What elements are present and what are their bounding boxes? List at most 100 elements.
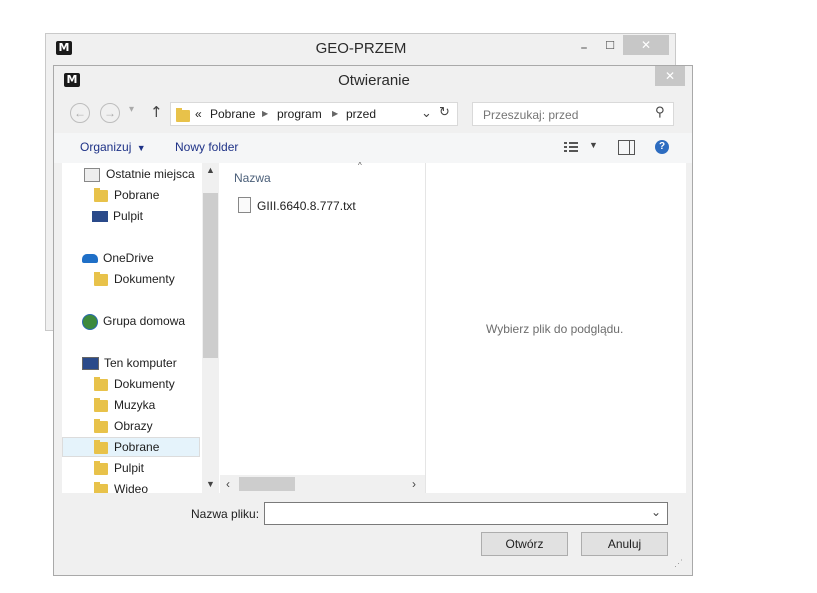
maximize-button[interactable]: ☐ <box>598 36 622 56</box>
tree-item-downloads-selected[interactable]: Pobrane <box>94 437 159 457</box>
dialog-title: Otwieranie <box>338 72 410 89</box>
up-button[interactable]: ↑ <box>150 103 163 121</box>
pictures-folder-icon <box>94 418 108 433</box>
scroll-left-icon[interactable]: ‹ <box>226 477 230 491</box>
breadcrumb-separator-icon: ▶ <box>262 109 269 118</box>
downloads-folder-icon <box>94 187 108 202</box>
chevron-down-icon[interactable]: ⌄ <box>651 505 661 519</box>
tree-item-desktop-folder[interactable]: Pulpit <box>94 458 144 478</box>
scroll-up-icon[interactable]: ▲ <box>206 165 215 175</box>
open-button[interactable]: Otwórz <box>481 532 568 556</box>
background-window-title: GEO-PRZEM <box>315 40 407 57</box>
tree-item-label: Wideo <box>114 482 149 493</box>
recent-places-icon <box>84 167 100 182</box>
folder-icon <box>176 107 190 122</box>
sort-ascending-icon: ^ <box>358 161 362 170</box>
hscrollbar-thumb[interactable] <box>239 477 295 491</box>
documents-folder-icon <box>94 376 108 391</box>
dialog-titlebar: M Otwieranie ✕ <box>54 66 692 96</box>
breadcrumb-program[interactable]: program <box>277 107 322 121</box>
tree-item-documents[interactable]: Dokumenty <box>94 374 175 394</box>
recent-locations-button[interactable]: ▾ <box>129 104 134 115</box>
folder-icon <box>94 271 108 286</box>
navigation-tree: Ostatnie miejsca Pobrane Pulpit OneDrive… <box>62 163 202 493</box>
dialog-logo-icon: M <box>64 73 80 87</box>
file-list-hscrollbar[interactable]: ‹ › <box>220 475 425 493</box>
tree-item-label: Dokumenty <box>114 377 175 391</box>
computer-icon <box>82 357 99 371</box>
back-button[interactable]: ← <box>70 103 90 123</box>
tree-item-music[interactable]: Muzyka <box>94 395 155 415</box>
view-dropdown-icon[interactable]: ▼ <box>589 140 598 150</box>
tree-item-label: Ostatnie miejsca <box>106 167 195 181</box>
tree-item-label: Pobrane <box>114 440 160 454</box>
organize-dropdown-icon: ▼ <box>136 143 146 153</box>
desktop-icon <box>92 211 108 223</box>
tree-item-onedrive-documents[interactable]: Dokumenty <box>94 269 175 289</box>
dialog-close-button[interactable]: ✕ <box>655 66 685 86</box>
tree-item-recent[interactable]: Ostatnie miejsca <box>84 164 195 184</box>
cancel-button[interactable]: Anuluj <box>581 532 668 556</box>
filename-combobox[interactable]: ⌄ <box>264 502 668 525</box>
breadcrumb-przed[interactable]: przed <box>346 107 376 121</box>
videos-folder-icon <box>94 481 108 493</box>
homegroup-icon <box>82 313 98 330</box>
desktop-folder-icon <box>94 460 108 475</box>
tree-scrollbar[interactable]: ▲ ▼ <box>202 163 219 493</box>
command-toolbar: Organizuj ▼ Nowy folder ▼ ? <box>54 133 692 163</box>
tree-item-label: Dokumenty <box>114 272 175 286</box>
filename-input[interactable] <box>269 506 643 522</box>
help-icon[interactable]: ? <box>655 140 669 154</box>
search-box[interactable]: ⚲ <box>472 102 674 126</box>
content-area: Ostatnie miejsca Pobrane Pulpit OneDrive… <box>62 161 687 493</box>
navigation-bar: ← → ▾ ↑ « Pobrane ▶ program ▶ przed ⌄ ↻ … <box>54 98 692 128</box>
path-overflow[interactable]: « <box>195 107 202 121</box>
music-folder-icon <box>94 397 108 412</box>
new-folder-button[interactable]: Nowy folder <box>175 140 238 154</box>
background-window-titlebar: M GEO-PRZEM – ☐ ✕ <box>46 34 675 62</box>
tree-item-onedrive[interactable]: OneDrive <box>82 248 154 268</box>
refresh-button[interactable]: ↻ <box>439 105 450 120</box>
tree-item-downloads[interactable]: Pobrane <box>94 185 159 205</box>
search-icon[interactable]: ⚲ <box>655 105 665 120</box>
onedrive-icon <box>82 254 98 264</box>
tree-item-videos[interactable]: Wideo <box>94 479 148 493</box>
preview-message: Wybierz plik do podglądu. <box>486 322 624 336</box>
filename-label: Nazwa pliku: <box>191 507 260 521</box>
resize-grip-icon[interactable]: ⋰ <box>674 558 683 569</box>
file-list: ^ Nazwa GIII.6640.8.777.txt ‹ › <box>220 161 425 493</box>
preview-pane-icon[interactable] <box>618 140 635 155</box>
scroll-right-icon[interactable]: › <box>412 477 416 491</box>
text-file-icon <box>238 197 251 213</box>
tree-scrollbar-thumb[interactable] <box>203 193 218 358</box>
tree-item-label: Muzyka <box>114 398 156 412</box>
tree-item-label: Pulpit <box>114 461 145 475</box>
address-dropdown-button[interactable]: ⌄ <box>421 105 432 121</box>
tree-item-label: Grupa domowa <box>103 314 186 328</box>
tree-item-label: Pobrane <box>114 188 160 202</box>
address-bar[interactable]: « Pobrane ▶ program ▶ przed ⌄ ↻ <box>170 102 458 126</box>
tree-item-pictures[interactable]: Obrazy <box>94 416 153 436</box>
tree-item-label: Ten komputer <box>104 356 177 370</box>
minimize-button[interactable]: – <box>572 38 596 58</box>
tree-item-this-pc[interactable]: Ten komputer <box>82 353 177 373</box>
column-header-name[interactable]: Nazwa <box>234 171 271 185</box>
background-close-button[interactable]: ✕ <box>623 35 669 55</box>
downloads-folder-icon <box>94 439 108 454</box>
tree-item-label: OneDrive <box>103 251 154 265</box>
breadcrumb-pobrane[interactable]: Pobrane <box>210 107 255 121</box>
preview-pane: Wybierz plik do podglądu. <box>425 163 687 493</box>
tree-item-homegroup[interactable]: Grupa domowa <box>82 311 185 331</box>
organize-button[interactable]: Organizuj ▼ <box>80 140 146 154</box>
tree-item-desktop[interactable]: Pulpit <box>92 206 143 226</box>
app-logo-icon: M <box>56 41 72 55</box>
tree-item-label: Pulpit <box>113 209 144 223</box>
forward-button[interactable]: → <box>100 103 120 123</box>
search-input[interactable] <box>481 107 645 123</box>
breadcrumb-separator-icon: ▶ <box>332 109 339 118</box>
tree-item-label: Obrazy <box>114 419 153 433</box>
organize-label: Organizuj <box>80 140 132 154</box>
view-list-icon[interactable] <box>564 142 578 153</box>
file-name: GIII.6640.8.777.txt <box>257 199 356 213</box>
scroll-down-icon[interactable]: ▼ <box>206 479 215 489</box>
